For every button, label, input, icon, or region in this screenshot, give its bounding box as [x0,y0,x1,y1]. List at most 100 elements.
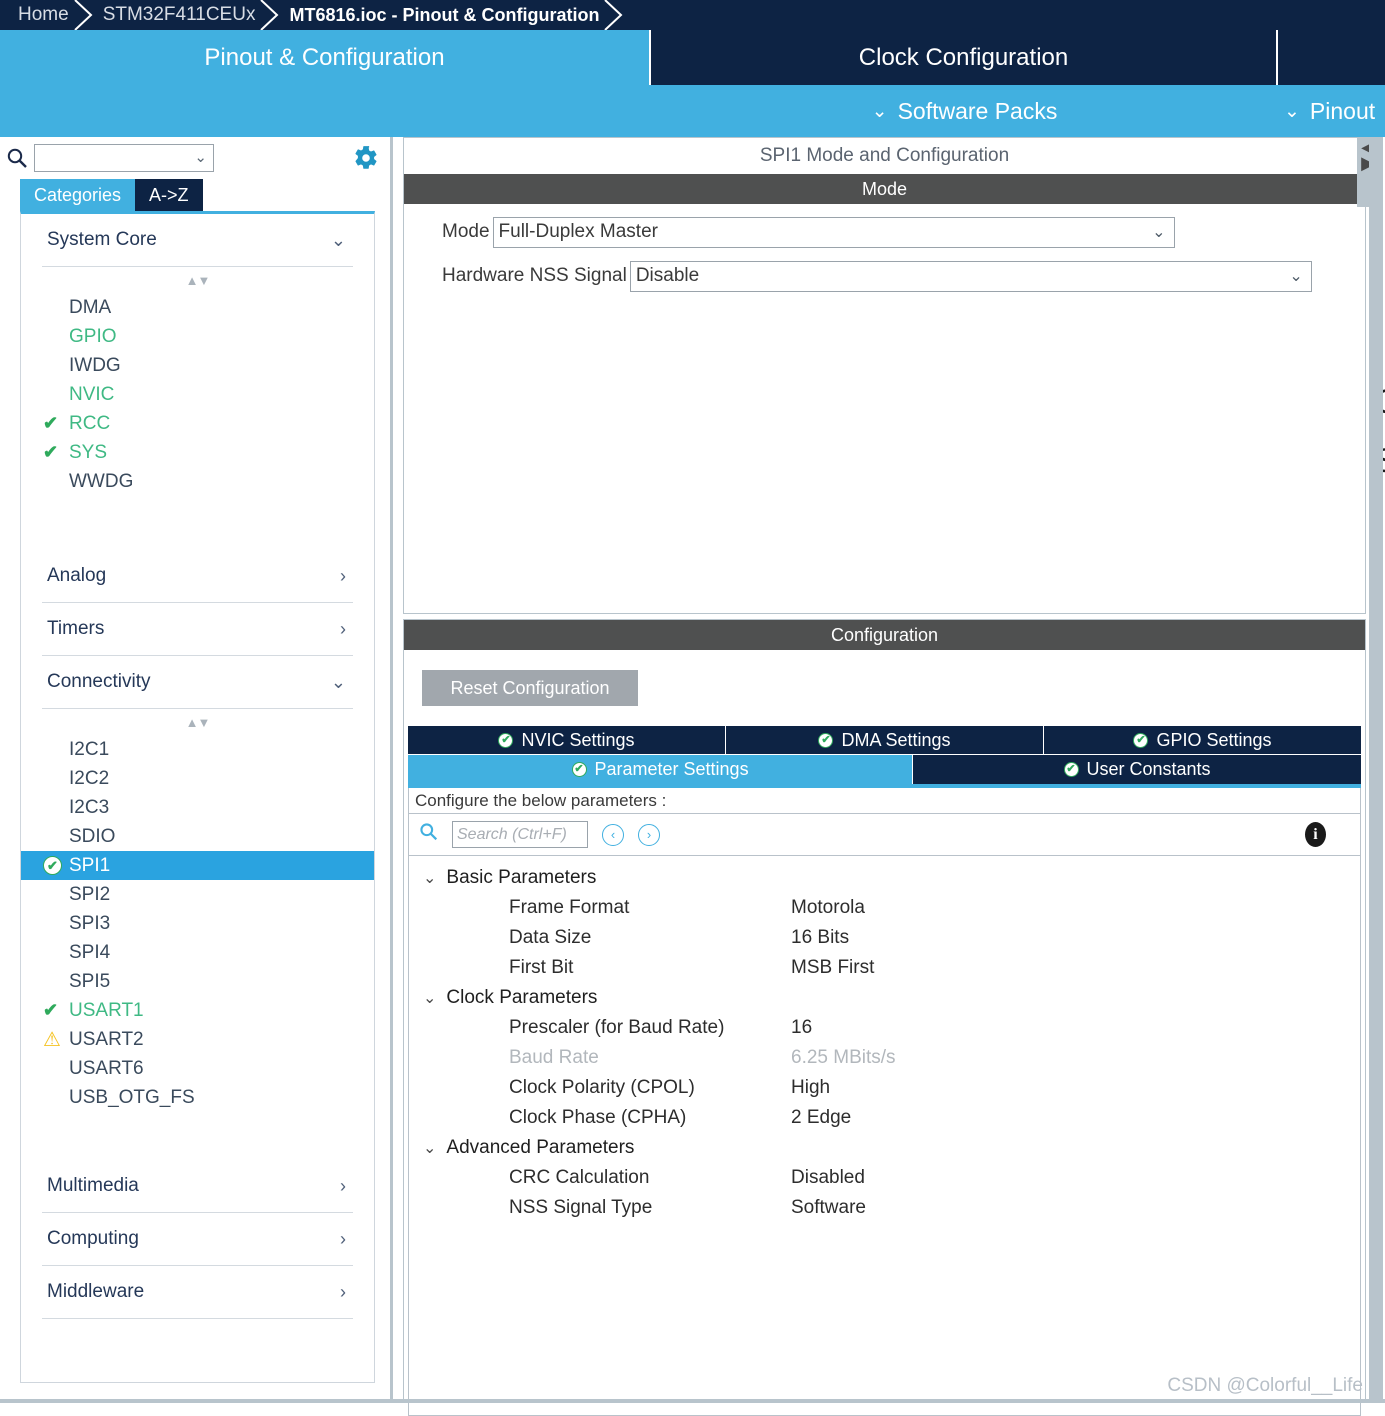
param-row-clock-polarity-cpol[interactable]: Clock Polarity (CPOL)High [409,1073,1360,1103]
param-value[interactable]: Disabled [791,1167,865,1189]
sidebar-item-spi3[interactable]: SPI3 [21,909,374,938]
sidebar-item-spi4[interactable]: SPI4 [21,938,374,967]
tab-dma-settings[interactable]: ✔DMA Settings [726,726,1044,754]
sidebar-item-dma[interactable]: DMA [21,293,374,322]
param-value[interactable]: 16 Bits [791,927,849,949]
category-group-middleware[interactable]: Middleware› [21,1266,374,1318]
breadcrumb: Home STM32F411CEUx MT6816.ioc - Pinout &… [0,0,1385,30]
sidebar-item-usart6[interactable]: USART6 [21,1054,374,1083]
mode-field-row: Mode Full-Duplex Master ⌄ [404,216,1365,248]
param-value[interactable]: 6.25 MBits/s [791,1047,896,1069]
category-group-label: Timers [47,618,104,640]
group-spacer [21,1112,374,1160]
sidebar-item-wwdg[interactable]: WWDG [21,467,374,496]
tab-gpio-settings[interactable]: ✔GPIO Settings [1044,726,1361,754]
check-circle-icon: ✔ [818,733,833,748]
tab-nvic-settings[interactable]: ✔NVIC Settings [408,726,726,754]
tab-categories[interactable]: Categories [20,179,135,211]
category-group-analog[interactable]: Analog› [21,550,374,602]
sidebar-item-usart2[interactable]: ⚠USART2 [21,1025,374,1054]
tab-a-to-z[interactable]: A->Z [135,179,203,211]
parameter-search-input[interactable]: Search (Ctrl+F) [452,821,588,848]
sidebar-item-usb-otg-fs[interactable]: USB_OTG_FS [21,1083,374,1112]
tab-parameter-settings[interactable]: ✔Parameter Settings [408,755,913,784]
sidebar-item-spi2[interactable]: SPI2 [21,880,374,909]
param-value[interactable]: Software [791,1197,866,1219]
category-group-system-core[interactable]: System Core⌄ [21,214,374,266]
scroll-spinner-icon[interactable]: ▲▼ [21,267,374,293]
category-group-timers[interactable]: Timers › [21,603,374,655]
param-row-crc-calculation[interactable]: CRC CalculationDisabled [409,1163,1360,1193]
tab-label: Parameter Settings [595,759,749,780]
param-value[interactable]: 2 Edge [791,1107,851,1129]
sidebar-item-label: SPI1 [69,855,110,877]
parameter-search-row: Search (Ctrl+F) ‹ › i [408,814,1361,856]
param-row-first-bit[interactable]: First BitMSB First [409,953,1360,983]
param-group-clock-parameters[interactable]: ⌄Clock Parameters [409,983,1360,1013]
pinout-menu[interactable]: ⌄ Pinout [1278,98,1385,125]
sidebar-item-iwdg[interactable]: IWDG [21,351,374,380]
software-packs-menu[interactable]: ⌄ Software Packs [651,98,1278,125]
breadcrumb-item-mcu[interactable]: STM32F411CEUx [103,4,256,26]
param-row-nss-signal-type[interactable]: NSS Signal TypeSoftware [409,1193,1360,1223]
chevron-down-icon[interactable]: ⌄ [194,148,207,166]
vertical-scrollbar[interactable] [1369,137,1383,1403]
tab-pinout-configuration[interactable]: Pinout & Configuration [0,30,651,85]
mode-value: Full-Duplex Master [499,221,658,243]
breadcrumb-item-home[interactable]: Home [18,4,69,26]
sidebar-item-spi5[interactable]: SPI5 [21,967,374,996]
mode-select[interactable]: Full-Duplex Master ⌄ [493,217,1175,248]
config-tab-row-1: ✔NVIC Settings✔DMA Settings✔GPIO Setting… [408,726,1361,754]
parameter-search-placeholder: Search (Ctrl+F) [457,826,567,844]
category-group-connectivity[interactable]: Connectivity⌄ [21,656,374,708]
param-row-baud-rate[interactable]: Baud Rate6.25 MBits/s [409,1043,1360,1073]
sidebar-item-label: SYS [69,442,107,464]
chevron-down-icon: ⌄ [331,230,364,251]
param-row-clock-phase-cpha[interactable]: Clock Phase (CPHA)2 Edge [409,1103,1360,1133]
category-group-multimedia[interactable]: Multimedia› [21,1160,374,1212]
watermark: CSDN @Colorful__Life [1167,1375,1363,1397]
reset-configuration-button[interactable]: Reset Configuration [422,670,638,706]
gear-icon[interactable] [353,145,379,175]
scroll-spinner-icon[interactable]: ▲▼ [21,709,374,735]
sidebar-item-label: SPI4 [69,942,110,964]
info-icon[interactable]: i [1305,822,1326,847]
param-row-prescaler-for-baud-rate[interactable]: Prescaler (for Baud Rate)16 [409,1013,1360,1043]
search-next-button[interactable]: › [638,824,660,846]
sidebar-item-nvic[interactable]: NVIC [21,380,374,409]
sidebar-item-i2c1[interactable]: I2C1 [21,735,374,764]
chevron-right-icon: › [340,619,364,640]
sidebar-item-spi1[interactable]: ✔SPI1 [21,851,374,880]
hardware-nss-select[interactable]: Disable ⌄ [630,261,1312,292]
param-value[interactable]: MSB First [791,957,874,979]
parameter-list[interactable]: ⌄Basic ParametersFrame FormatMotorolaDat… [408,856,1361,1416]
tab-user-constants[interactable]: ✔User Constants [913,755,1361,784]
param-row-data-size[interactable]: Data Size16 Bits [409,923,1360,953]
search-prev-button[interactable]: ‹ [602,824,624,846]
sidebar-item-usart1[interactable]: ✔USART1 [21,996,374,1025]
sidebar-item-label: SPI2 [69,884,110,906]
search-icon [419,822,438,847]
param-group-basic-parameters[interactable]: ⌄Basic Parameters [409,863,1360,893]
param-group-advanced-parameters[interactable]: ⌄Advanced Parameters [409,1133,1360,1163]
param-row-frame-format[interactable]: Frame FormatMotorola [409,893,1360,923]
sidebar-item-label: USART6 [69,1058,144,1080]
param-name: Data Size [409,927,791,949]
param-value[interactable]: Motorola [791,897,865,919]
sidebar-item-sys[interactable]: ✔SYS [21,438,374,467]
mode-box: SPI1 Mode and Configuration Mode Mode Fu… [403,137,1366,614]
sidebar-item-i2c2[interactable]: I2C2 [21,764,374,793]
category-tree[interactable]: System Core⌄▲▼DMAGPIOIWDGNVIC✔RCC✔SYSWWD… [20,211,375,1383]
sidebar-item-gpio[interactable]: GPIO [21,322,374,351]
param-value[interactable]: 16 [791,1017,812,1039]
tab-extra[interactable] [1278,30,1385,85]
tab-clock-configuration[interactable]: Clock Configuration [651,30,1278,85]
sidebar-item-label: USB_OTG_FS [69,1087,195,1109]
sidebar-item-rcc[interactable]: ✔RCC [21,409,374,438]
category-search-input[interactable]: ⌄ [34,144,214,172]
param-value[interactable]: High [791,1077,830,1099]
sidebar-item-i2c3[interactable]: I2C3 [21,793,374,822]
check-circle-icon: ✔ [498,733,513,748]
sidebar-item-sdio[interactable]: SDIO [21,822,374,851]
category-group-computing[interactable]: Computing› [21,1213,374,1265]
